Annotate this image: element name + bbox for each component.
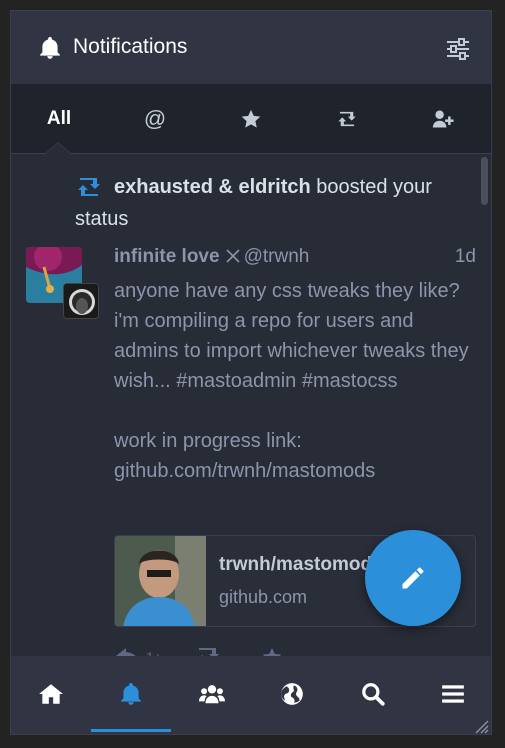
bottom-navigation: [11, 656, 491, 734]
link-preview-host: github.com: [219, 587, 308, 607]
users-icon: [199, 685, 225, 704]
nav-home[interactable]: [11, 656, 91, 732]
sliders-icon[interactable]: [445, 37, 471, 61]
status-account[interactable]: @trwnh: [244, 246, 310, 267]
bell-icon: [121, 682, 141, 705]
tab-all[interactable]: All: [11, 84, 107, 155]
status-content: anyone have any css tweaks they like? i'…: [114, 280, 469, 482]
tab-mentions[interactable]: @: [107, 84, 203, 154]
status-time[interactable]: 1d: [455, 246, 476, 268]
notification-filter-bar: All @: [11, 84, 491, 155]
tab-all-label: All: [46, 108, 72, 129]
column-header: Notifications: [11, 11, 491, 84]
at-icon: @: [143, 106, 167, 131]
booster-avatar[interactable]: [63, 283, 99, 319]
column-title: Notifications: [73, 35, 188, 58]
bell-icon: [40, 36, 60, 59]
link-preview-title: trwnh/mastomods: [219, 554, 383, 575]
compose-button[interactable]: [365, 530, 461, 626]
nav-search[interactable]: [333, 656, 413, 732]
retweet-icon: [338, 111, 356, 127]
user-plus-icon: [432, 110, 454, 128]
x-logo-icon: [226, 249, 240, 263]
pencil-icon: [402, 567, 424, 589]
nav-notifications[interactable]: [91, 656, 171, 732]
retweet-icon: [78, 178, 100, 196]
scrollbar-thumb[interactable]: [481, 157, 488, 205]
notifications-column: Notifications All @ exhausted & eldritch…: [10, 10, 492, 735]
nav-federated[interactable]: [252, 656, 332, 732]
star-icon: [241, 109, 261, 128]
status-display-name[interactable]: infinite love: [114, 246, 220, 267]
tab-favourites[interactable]: [203, 84, 299, 154]
status-header: infinite love @trwnh 1d: [114, 246, 476, 268]
search-icon: [362, 683, 385, 706]
resize-grip-icon[interactable]: [471, 716, 489, 734]
nav-local[interactable]: [172, 656, 252, 732]
booster-name[interactable]: exhausted & eldritch: [114, 176, 311, 198]
tab-boosts[interactable]: [299, 84, 395, 154]
globe-icon: [281, 683, 303, 705]
home-icon: [39, 684, 63, 704]
boost-notification: exhausted & eldritch boosted your status: [75, 171, 455, 235]
tab-follows[interactable]: [395, 84, 491, 154]
link-preview-image: [115, 536, 206, 626]
menu-icon: [442, 685, 464, 703]
